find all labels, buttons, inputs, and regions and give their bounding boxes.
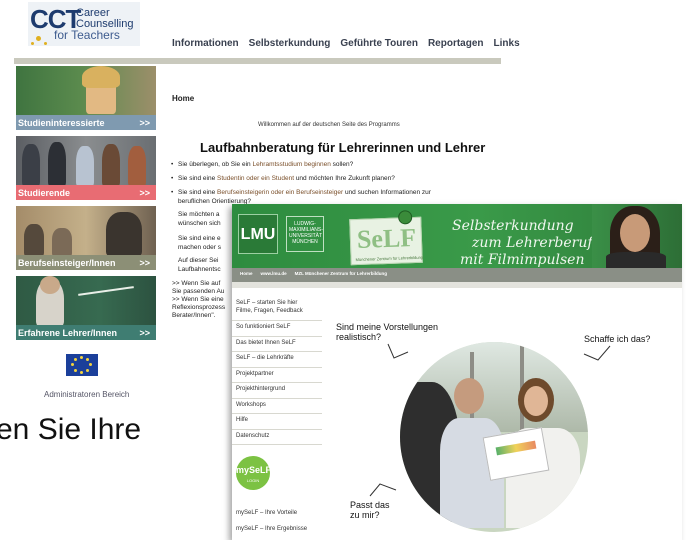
group-photo: [400, 342, 588, 532]
sidebar-item-berufseinsteiger[interactable]: Berufseinsteiger/Innen >>: [16, 206, 156, 270]
menu-item-das-bietet[interactable]: Das bietet Ihnen SeLF: [232, 337, 322, 352]
sidebar-item-studieninteressierte[interactable]: Studieninteressierte >>: [16, 66, 156, 130]
menu-item-workshops[interactable]: Workshops: [232, 399, 322, 414]
link-student[interactable]: Studentin oder ein Student: [217, 175, 294, 182]
lmu-logo[interactable]: LMU: [238, 214, 278, 254]
banner-woman-photo: [592, 204, 682, 268]
myself-vorteile-link[interactable]: mySeLF – Ihre Vorteile: [236, 510, 297, 516]
nav-lmu[interactable]: www.lmu.de: [261, 271, 287, 276]
sidebar-label: Berufseinsteiger/Innen >>: [16, 255, 156, 270]
cct-logo[interactable]: CCT Career Counselling for Teachers: [28, 2, 140, 46]
lmu-wordmark: LUDWIG- MAXIMILIANS- UNIVERSITÄT MÜNCHEN: [286, 216, 324, 252]
page-title: Laufbahnberatung für Lehrerinnen und Leh…: [200, 140, 486, 155]
nav-shadow: [232, 282, 682, 288]
list-item: Auf dieser SeiLaufbahnentsc: [178, 256, 238, 274]
slide-caption-text: en Sie Ihre: [0, 413, 142, 446]
menu-item-lehrkraefte[interactable]: SeLF – die Lehrkräfte: [232, 352, 322, 368]
cct-main-nav: Informationen Selbsterkundung Geführte T…: [172, 38, 520, 49]
myself-login-button[interactable]: mySeLF LOGIN: [236, 456, 271, 490]
sidebar-label: Studieninteressierte >>: [16, 115, 156, 130]
more-text-4: Reflexionsprozess: [172, 304, 226, 311]
menu-item-projekthintergrund[interactable]: Projekthintergrund: [232, 383, 322, 399]
nav-reportagen[interactable]: Reportagen: [428, 38, 484, 49]
list-item: Sie überlegen, ob Sie ein Lehramtsstudiu…: [171, 160, 498, 169]
list-item: Sie möchten awünschen sich: [178, 210, 238, 228]
menu-item-so-funktioniert[interactable]: So funktioniert SeLF: [232, 321, 322, 337]
sidebar-label: Studierende >>: [16, 185, 156, 200]
welcome-text: Willkommen auf der deutschen Seite des P…: [258, 122, 400, 128]
nav-home[interactable]: Home: [240, 271, 253, 276]
more-text-1: >> Wenn Sie auf: [172, 280, 221, 287]
myself-ergebnisse-link[interactable]: mySeLF – Ihre Ergebnisse: [236, 526, 307, 532]
nav-mzl[interactable]: MZL Münchener Zentrum für Lehrerbildung: [295, 271, 387, 276]
question-vorstellungen: Sind meine Vorstellungen realistisch?: [336, 322, 439, 342]
more-text-5: Berater/Innen".: [172, 312, 216, 319]
list-item: Sie sind eine emachen oder s: [178, 234, 238, 252]
admin-link[interactable]: Administratoren Bereich: [44, 390, 129, 399]
link-berufseinsteiger[interactable]: Berufseinsteigerin oder ein Berufseinste…: [217, 189, 343, 196]
link-lehramtsstudium[interactable]: Lehramtsstudium beginnen: [252, 161, 330, 168]
student-photo: [16, 66, 156, 116]
breadcrumb-home[interactable]: Home: [172, 94, 194, 103]
self-top-nav: Home www.lmu.de MZL Münchener Zentrum fü…: [232, 268, 682, 282]
question-schaffe: Schaffe ich das?: [584, 334, 651, 344]
nav-links[interactable]: Links: [494, 38, 520, 49]
teacher-photo: [16, 276, 156, 326]
star-dot-icon: [31, 42, 34, 45]
more-text-3: >> Wenn Sie eine: [172, 296, 224, 303]
menu-item-projektpartner[interactable]: Projektpartner: [232, 368, 322, 383]
sidebar-item-studierende[interactable]: Studierende >>: [16, 136, 156, 200]
cct-logo-line3: for Teachers: [54, 28, 120, 42]
nav-informationen[interactable]: Informationen: [172, 38, 239, 49]
star-dot-icon: [36, 36, 41, 41]
list-item: Sie sind eine Studentin oder ein Student…: [171, 174, 498, 183]
question-passt: Passt das zu mir?: [350, 500, 390, 520]
menu-item-start[interactable]: SeLF – starten Sie hier Filme, Fragen, Fe…: [232, 296, 322, 321]
self-window: LMU LUDWIG- MAXIMILIANS- UNIVERSITÄT MÜNCHE…: [232, 204, 682, 540]
nav-selbsterkundung[interactable]: Selbsterkundung: [249, 38, 331, 49]
more-text-2: Sie passenden Au: [172, 288, 225, 295]
cct-divider-bar: [14, 58, 501, 64]
banner-tagline: Selbsterkundung zum Lehrerberuf mit Film…: [452, 218, 593, 268]
star-dot-icon: [44, 42, 47, 45]
classroom-photo: [16, 206, 156, 256]
sidebar-item-erfahrene-lehrer[interactable]: Erfahrene Lehrer/Innen >>: [16, 276, 156, 340]
menu-item-hilfe[interactable]: Hilfe: [232, 414, 322, 430]
self-logo[interactable]: SeLF Münchener Zentrum für Lehrerbildung: [349, 210, 423, 266]
self-sidebar-menu: SeLF – starten Sie hier Filme, Fragen, Fe…: [232, 296, 322, 445]
sidebar-label: Erfahrene Lehrer/Innen >>: [16, 325, 156, 340]
students-photo: [16, 136, 156, 186]
nav-gefuehrte-touren[interactable]: Geführte Touren: [340, 38, 418, 49]
menu-item-datenschutz[interactable]: Datenschutz: [232, 430, 322, 445]
eu-flag-icon: [66, 354, 98, 376]
self-banner: LMU LUDWIG- MAXIMILIANS- UNIVERSITÄT MÜNCHE…: [232, 204, 682, 268]
